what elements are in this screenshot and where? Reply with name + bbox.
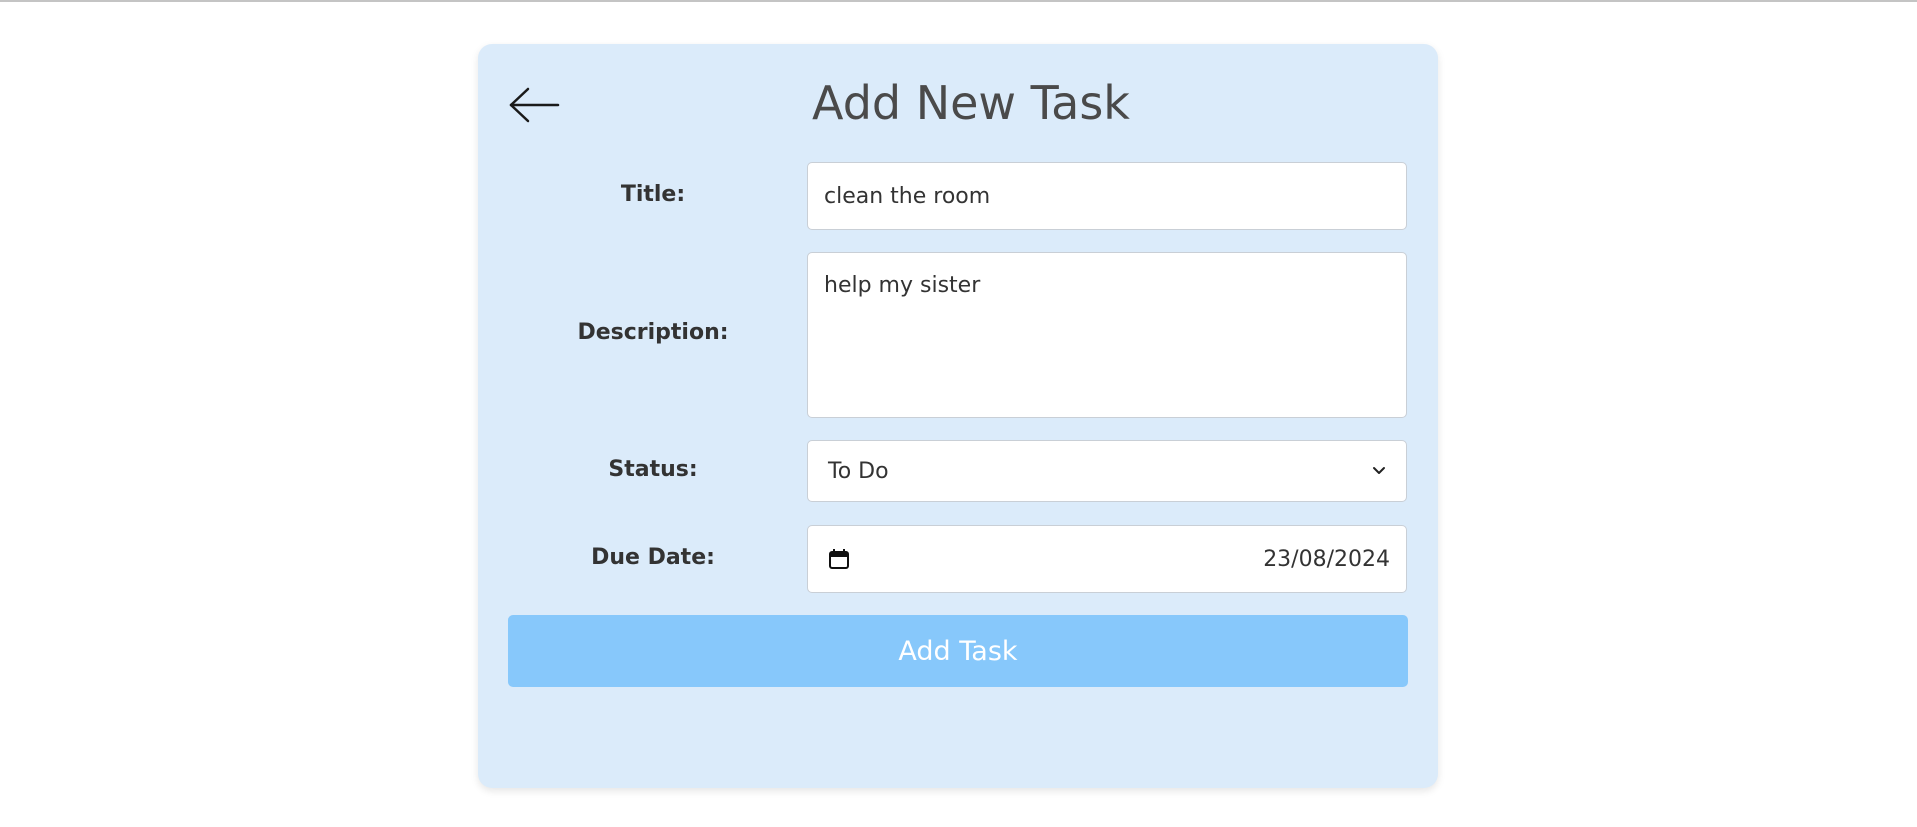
- title-row: Title: clean the room: [478, 162, 1438, 230]
- description-textarea-value: help my sister: [824, 273, 981, 298]
- status-row: Status: To Do: [478, 440, 1438, 502]
- top-divider: [0, 0, 1917, 2]
- add-task-button[interactable]: Add Task: [508, 615, 1408, 687]
- status-select[interactable]: To Do: [807, 440, 1407, 502]
- description-label: Description:: [577, 320, 729, 345]
- page-title: Add New Task: [812, 76, 1130, 130]
- due-date-label: Due Date:: [591, 545, 715, 570]
- status-select-value: To Do: [828, 458, 889, 484]
- title-input[interactable]: clean the room: [807, 162, 1407, 230]
- due-date-value: 23/08/2024: [1263, 546, 1390, 572]
- description-row: Description: help my sister: [478, 252, 1438, 418]
- add-task-card: Add New Task Title: clean the room Descr…: [478, 44, 1438, 788]
- calendar-icon[interactable]: [828, 548, 850, 570]
- due-date-input[interactable]: 23/08/2024: [807, 525, 1407, 593]
- chevron-down-icon: [1373, 467, 1385, 474]
- description-textarea[interactable]: help my sister: [807, 252, 1407, 418]
- title-input-value: clean the room: [824, 183, 991, 209]
- status-label: Status:: [608, 457, 698, 482]
- title-label: Title:: [620, 182, 686, 207]
- due-date-row: Due Date: 23/08/2024: [478, 525, 1438, 593]
